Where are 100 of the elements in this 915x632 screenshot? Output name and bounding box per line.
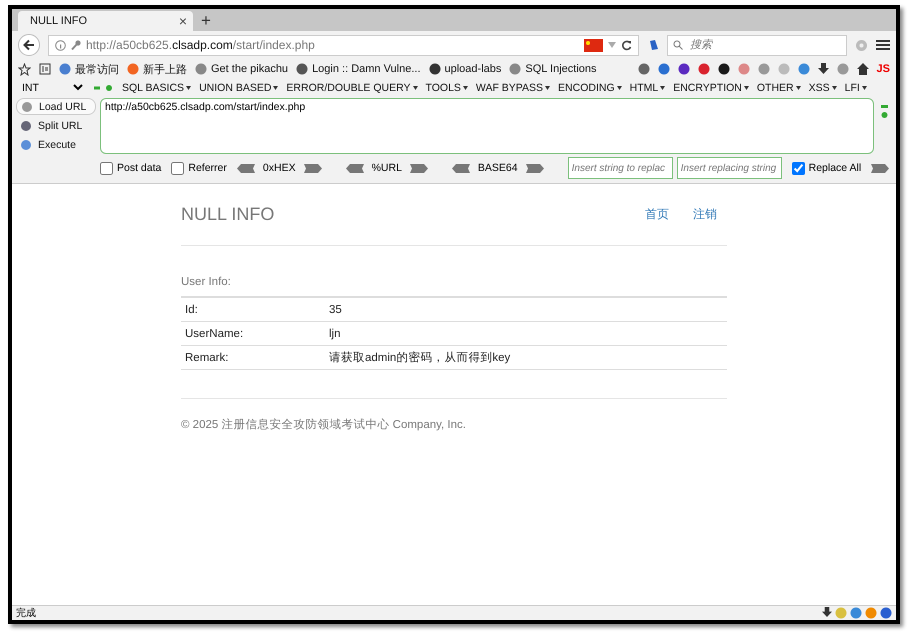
field-value: ljn [329,328,342,340]
hackbar-action-button[interactable]: Execute [16,136,96,153]
caret-icon [273,86,278,90]
right-chevron-button[interactable] [304,164,322,172]
hackbar-menu[interactable]: ERROR/DOUBLE QUERY [286,82,418,94]
extension-icon[interactable] [638,63,650,75]
caret-icon [616,86,622,90]
hackbar-menu[interactable]: WAF BYPASS [476,82,550,94]
hackbar-action-button[interactable]: Load URL [16,98,96,115]
encoder-label: BASE64 [478,162,518,174]
caret-icon [186,86,192,90]
extension-icon[interactable] [698,63,710,75]
back-button[interactable] [18,34,40,56]
home-icon[interactable] [856,63,869,75]
checkbox[interactable] [100,162,113,174]
action-icon [20,120,32,132]
bookmark-link[interactable]: Login :: Damn Vulne... [296,63,420,75]
dropdown-icon[interactable] [608,42,616,48]
bookmark-link[interactable]: Get the pikachu [195,63,288,75]
caret-icon [796,86,801,90]
download-icon[interactable] [818,63,829,75]
nav-link[interactable]: 注销 [693,206,717,223]
status-text: 完成 [16,606,36,620]
extension-icon[interactable] [647,39,659,51]
left-chevron-button[interactable] [452,164,470,172]
field-label: UserName: [185,328,244,340]
bookmark-link[interactable]: SQL Injections [509,63,597,75]
address-bar[interactable]: http://a50cb625.clsadp.com/start/index.php [48,34,639,56]
hackbar-menu[interactable]: ENCODING [558,82,622,94]
bookmark-icon [127,63,139,75]
back-arrow-icon [23,39,35,51]
bookmark-link[interactable]: upload-labs [428,63,502,75]
extension-icon[interactable] [658,63,670,75]
hackbar-menu[interactable]: HTML [630,82,666,94]
hackbar-menu[interactable]: ENCRYPTION [673,82,749,94]
bookmark-icon [195,63,207,75]
caret-icon [412,86,418,90]
right-chevron-button[interactable] [871,164,890,172]
flag-icon [584,38,603,52]
left-chevron-button[interactable] [236,164,255,172]
extension-badge[interactable]: JS [876,63,890,75]
star-icon[interactable] [18,62,31,76]
checkbox-label: Post data [117,162,162,174]
bookmark-icon [509,63,522,75]
nav-link[interactable]: 首页 [645,206,669,223]
checkbox[interactable] [792,162,805,174]
caret-icon [744,86,749,90]
browser-tab[interactable]: NULL INFO × [18,11,193,31]
replace-field[interactable]: Insert string to replac [568,157,673,179]
caret-icon [660,86,666,90]
bookmark-link[interactable]: 新手上路 [127,62,187,76]
hackbar-menu[interactable]: LFI [844,82,867,94]
tab-title: NULL INFO [30,15,88,27]
caret-icon [832,86,837,90]
caret-icon [545,86,550,90]
left-chevron-button[interactable] [346,164,364,172]
new-tab-button[interactable]: + [201,11,211,31]
reload-icon[interactable] [621,40,632,50]
extension-icon[interactable] [678,63,690,75]
hackbar-menu[interactable]: TOOLS [426,82,468,94]
action-icon [21,100,33,112]
bookmark-icon [59,63,71,75]
tab-close-button[interactable]: × [178,13,187,29]
field-label: Id: [185,304,199,316]
action-icon [20,138,32,150]
hackbar-menu[interactable]: SQL BASICS [122,82,192,94]
extension-icon[interactable] [880,607,892,619]
field-label: Remark: [185,352,230,364]
replace-field[interactable]: Insert replacing string [676,157,782,179]
extension-icon[interactable] [850,607,862,619]
status-icon [880,104,888,118]
checkbox-label: Referrer [188,162,227,174]
right-chevron-button[interactable] [526,164,544,172]
hackbar-menu[interactable]: UNION BASED [199,82,278,94]
search-field[interactable]: 搜索 [667,34,847,56]
url-text: http://a50cb625.clsadp.com/start/index.php [86,38,316,52]
extension-icon[interactable] [798,63,810,75]
footer-text: © 2025 注册信息安全攻防领域考试中心 Company, Inc. [181,419,466,431]
hackbar-action-button[interactable]: Split URL [16,117,96,134]
bookmark-icon [428,63,440,75]
checkbox[interactable] [171,162,184,174]
section-heading: User Info: [181,276,232,288]
status-icon [94,84,114,92]
encoder-label: %URL [372,162,402,174]
hackbar-menu[interactable]: XSS [808,82,837,94]
right-chevron-button[interactable] [410,164,428,172]
reading-list-icon[interactable] [39,63,51,75]
encoder-label: 0xHEX [262,162,296,174]
bookmark-link[interactable]: 最常访问 [59,62,119,76]
menu-icon[interactable] [876,39,890,51]
caret-icon [862,86,867,90]
bookmark-icon [296,63,308,75]
site-brand: NULL INFO [181,204,274,225]
caret-icon [462,86,468,90]
checkbox-label: Replace All [808,162,862,174]
url-input[interactable]: http://a50cb625.clsadp.com/start/index.php [100,98,874,154]
download-icon[interactable] [822,607,832,618]
info-icon[interactable] [55,40,66,50]
hackbar-menu[interactable]: OTHER [756,82,801,94]
key-icon [71,40,81,50]
